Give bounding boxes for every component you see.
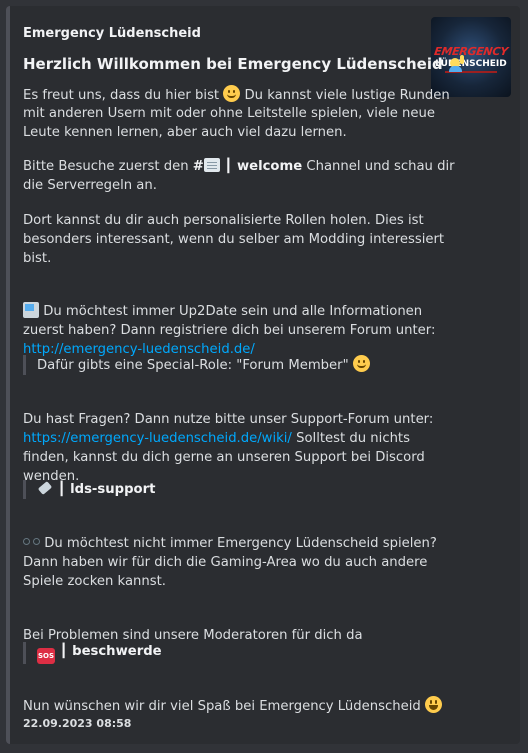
scroll-icon [203,158,220,172]
moderation-channel-quote: SOS ┃ beschwerde [23,642,162,664]
intro-text-1: Es freut uns, dass du hier bist [23,88,220,103]
welcome-prefix: Bitte Besuche zuerst den [23,159,189,174]
roles-line-1: Dort kannst du dir auch personalisierte … [23,213,424,228]
embed-title: Herzlich Willkommen bei Emergency Lüdens… [23,55,465,73]
forum-line-2: zuerst haben? Dann registriere dich bei … [23,323,436,338]
channel-name-lds-support: lds-support [70,482,156,497]
channel-mention-lds-support[interactable]: ┃ lds-support [37,480,156,497]
ticket-icon [37,480,53,496]
support-channel-quote: ┃ lds-support [23,480,155,499]
closing-line: Nun wünschen wir dir viel Spaß bei Emerg… [23,696,442,716]
roles-line-3: bist. [23,251,52,266]
welcome-line-1: Bitte Besuche zuerst den # ┃ welcome Cha… [23,157,455,176]
forum-text-1: Du möchtest immer Up2Date sein und alle … [43,304,423,319]
forum-quote: Dafür gibts eine Special-Role: "Forum Me… [23,355,370,375]
sos-icon: SOS [37,648,55,664]
forum-quote-text: Dafür gibts eine Special-Role: "Forum Me… [37,358,349,373]
support-line-2: https://emergency-luedenscheid.de/wiki/ … [23,429,410,448]
welcome-line-2: die Serverregeln an. [23,178,157,193]
smiling-face-icon [223,85,241,102]
embed-author: Emergency Lüdenscheid [23,26,201,41]
roles-line-2: besonders interessant, wenn du selber am… [23,232,445,247]
embed-title-text: Herzlich Willkommen bei Emergency Lüdens… [23,55,443,73]
intro-line-1: Es freut uns, dass du hier bist Du kanns… [23,85,450,105]
intro-line-2: mit anderen Usern mit oder ohne Leitstel… [23,106,435,121]
intro-line-3: Leute kennen lernen, aber auch viel dazu… [23,125,347,140]
support-line-3: finden, kannst du dich gerne an unseren … [23,450,425,465]
gaming-line-3: Spiele zocken kannst. [23,574,166,589]
intro-text-1-end: Du kannst viele lustige Runden [244,88,450,103]
channel-name-welcome: welcome [236,159,303,174]
support-line-1: Du hast Fragen? Dann nutze bitte unser S… [23,412,434,427]
embed-card: EMERGENCY LÜDENSCHEID Emergency Lüdensch… [6,6,520,744]
newspaper-icon [23,302,39,318]
smiling-face-icon [352,355,370,372]
goggles-icon [23,535,40,549]
gaming-line-1: Du möchtest nicht immer Emergency Lüdens… [23,534,437,553]
channel-mention-welcome[interactable]: # ┃ welcome [193,158,303,174]
gaming-text-1: Du möchtest nicht immer Emergency Lüdens… [44,536,437,551]
forum-line-1: Du möchtest immer Up2Date sein und alle … [23,302,422,321]
closing-text: Nun wünschen wir dir viel Spaß bei Emerg… [23,699,421,714]
person-raising-hand-icon [448,55,465,72]
welcome-suffix: Channel und schau dir [306,159,455,174]
support-text-2-end: Solltest du nichts [296,431,410,446]
support-wiki-link[interactable]: https://emergency-luedenscheid.de/wiki/ [23,431,292,446]
channel-name-beschwerde: beschwerde [72,644,162,659]
grinning-face-icon [424,696,442,713]
embed-timestamp: 22.09.2023 08:58 [23,717,132,730]
gaming-line-2: Dann haben wir für dich die Gaming-Area … [23,555,428,570]
channel-mention-beschwerde[interactable]: SOS ┃ beschwerde [37,644,162,664]
